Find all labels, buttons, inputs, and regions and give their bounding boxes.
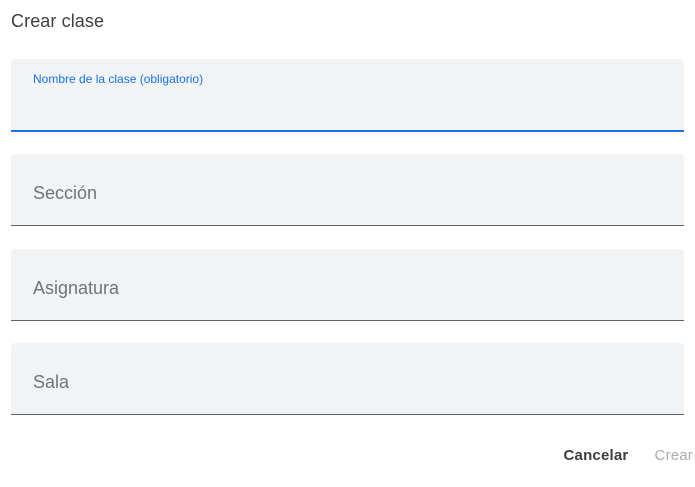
cancel-button[interactable]: Cancelar [560, 441, 633, 470]
section-field[interactable]: Sección [11, 154, 684, 226]
class-name-label: Nombre de la clase (obligatorio) [33, 72, 204, 86]
room-input[interactable] [33, 382, 668, 406]
dialog-title: Crear clase [11, 11, 105, 31]
dialog-actions: Cancelar Crear [560, 440, 695, 470]
section-input[interactable] [33, 193, 668, 217]
subject-input[interactable] [33, 288, 668, 312]
subject-field[interactable]: Asignatura [11, 249, 684, 321]
class-name-input[interactable] [33, 98, 668, 122]
create-button[interactable]: Crear [650, 441, 695, 470]
create-class-dialog: Crear clase Nombre de la clase (obligato… [0, 0, 695, 487]
room-field[interactable]: Sala [11, 343, 684, 415]
class-name-field[interactable]: Nombre de la clase (obligatorio) [11, 59, 684, 132]
